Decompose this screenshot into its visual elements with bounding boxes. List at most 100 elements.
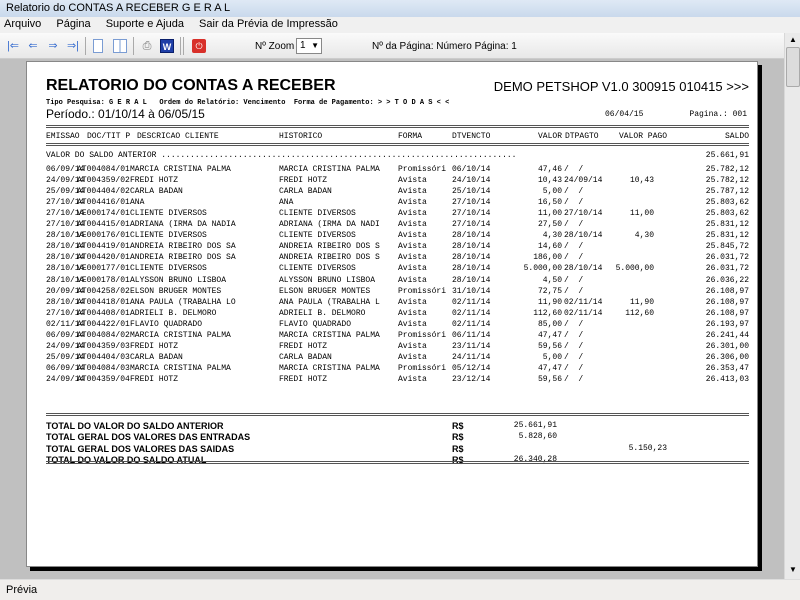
report-period: Período.: 01/10/14 à 06/05/15 xyxy=(46,107,205,121)
cell-valor-pago: 11,90 xyxy=(629,297,654,307)
cell-saldo: 25.787,12 xyxy=(705,187,749,197)
cell-forma: Avista xyxy=(398,176,427,186)
cell-descricao: CARLA BADAN xyxy=(130,352,183,362)
report-title: RELATORIO DO CONTAS A RECEBER xyxy=(46,77,336,94)
cell-saldo: 26.108,97 xyxy=(705,286,749,296)
zoom-select[interactable]: 1 ▼ xyxy=(296,38,322,54)
toolbar: |⇐ ⇐ ⇒ ⇒| ⎙ W ⏻ Nº Zoom 1 ▼ Nº da Página:… xyxy=(0,33,784,59)
cell-valor: 11,90 xyxy=(537,297,562,307)
cell-saldo: 26.108,97 xyxy=(705,297,749,307)
cell-valor: 5,00 xyxy=(542,187,562,197)
cell-doc: AT004404/02 xyxy=(77,187,130,197)
cell-dtpagto: / / xyxy=(564,242,584,252)
cell-dtvencto: 28/10/14 xyxy=(452,264,491,274)
cell-dtpagto: / / xyxy=(564,275,584,285)
two-pages-icon[interactable] xyxy=(113,39,127,53)
cell-saldo: 26.241,44 xyxy=(705,330,749,340)
cell-historico: ANDREIA RIBEIRO DOS S xyxy=(279,242,380,252)
cell-valor: 85,00 xyxy=(537,319,562,329)
first-page-icon[interactable]: |⇐ xyxy=(6,39,20,53)
cell-valor-pago: 5.000,00 xyxy=(615,264,654,274)
total-saida: 5.150,23 xyxy=(628,443,667,453)
cell-valor-pago: 10,43 xyxy=(629,176,654,186)
word-export-icon[interactable]: W xyxy=(160,39,174,53)
cell-dtvencto: 02/11/14 xyxy=(452,308,491,318)
cell-forma: Avista xyxy=(398,341,427,351)
cell-dtvencto: 02/11/14 xyxy=(452,319,491,329)
cell-historico: MARCIA CRISTINA PALMA xyxy=(279,363,380,373)
menu-pagina[interactable]: Página xyxy=(56,18,90,30)
menu-suporte[interactable]: Suporte e Ajuda xyxy=(106,18,184,30)
cell-saldo: 25.782,12 xyxy=(705,176,749,186)
cell-doc: AT004359/04 xyxy=(77,374,130,384)
next-page-icon[interactable]: ⇒ xyxy=(46,39,60,53)
separator xyxy=(180,37,181,55)
cell-valor-pago: 11,00 xyxy=(629,209,654,219)
vertical-scrollbar[interactable]: ▲ ▼ xyxy=(784,33,800,579)
scroll-thumb[interactable] xyxy=(786,47,800,87)
cell-valor: 10,43 xyxy=(537,176,562,186)
cell-valor: 4,30 xyxy=(542,231,562,241)
zoom-value: 1 xyxy=(300,40,306,51)
cell-descricao: CLIENTE DIVERSOS xyxy=(130,264,207,274)
last-page-icon[interactable]: ⇒| xyxy=(66,39,80,53)
total-currency: R$ xyxy=(452,443,464,454)
cell-doc: AT004408/01 xyxy=(77,308,130,318)
cell-forma: Avista xyxy=(398,297,427,307)
cell-dtvencto: 24/11/14 xyxy=(452,352,491,362)
page-number-label: Nº da Página: Número Página: 1 xyxy=(372,41,517,52)
cell-forma: Avista xyxy=(398,275,427,285)
cell-descricao: ALYSSON BRUNO LISBOA xyxy=(130,275,227,285)
cell-dtpagto: / / xyxy=(564,165,584,174)
cell-dtpagto: / / xyxy=(564,253,584,263)
preview-area: RELATORIO DO CONTAS A RECEBER DEMO PETSH… xyxy=(0,59,784,579)
scroll-down-icon[interactable]: ▼ xyxy=(785,565,800,574)
printer-icon[interactable]: ⎙ xyxy=(140,39,154,53)
cell-historico: ELSON BRUGER MONTES xyxy=(279,286,371,296)
cell-forma: Promissóri xyxy=(398,286,447,296)
menu-sair-previa[interactable]: Sair da Prévia de Impressão xyxy=(199,18,338,30)
menu-arquivo[interactable]: Arquivo xyxy=(4,18,41,30)
col-descricao: DESCRICAO CLIENTE xyxy=(137,132,219,141)
cell-dtpagto: / / xyxy=(564,363,584,373)
divider xyxy=(46,143,749,146)
power-close-icon[interactable]: ⏻ xyxy=(192,39,206,53)
cell-forma: Avista xyxy=(398,264,427,274)
cell-historico: CARLA BADAN xyxy=(279,187,332,197)
window-title: Relatorio do CONTAS A RECEBER G E R A L xyxy=(0,0,800,17)
single-page-icon[interactable] xyxy=(93,39,103,53)
report-page-number: Pagina.: 001 xyxy=(689,110,747,119)
chevron-down-icon: ▼ xyxy=(311,41,319,50)
cell-historico: FLAVIO QUADRADO xyxy=(279,319,352,329)
cell-descricao: MARCIA CRISTINA PALMA xyxy=(130,165,231,174)
cell-dtvencto: 23/11/14 xyxy=(452,341,491,351)
cell-saldo: 25.845,72 xyxy=(705,242,749,252)
cell-doc: AT004419/01 xyxy=(77,242,130,252)
cell-forma: Avista xyxy=(398,209,427,219)
separator xyxy=(85,37,86,55)
col-dtvencto: DTVENCTO xyxy=(452,132,491,141)
cell-dtpagto: 24/09/14 xyxy=(564,176,603,186)
separator xyxy=(133,37,134,55)
cell-forma: Avista xyxy=(398,253,427,263)
cell-doc: AT004084/03 xyxy=(77,363,130,373)
cell-valor: 59,56 xyxy=(537,341,562,351)
cell-dtpagto: / / xyxy=(564,374,584,384)
cell-historico: CLIENTE DIVERSOS xyxy=(279,231,356,241)
cell-historico: ALYSSON BRUNO LISBOA xyxy=(279,275,376,285)
divider xyxy=(46,413,749,416)
cell-saldo: 26.031,72 xyxy=(705,264,749,274)
cell-dtvencto: 28/10/14 xyxy=(452,242,491,252)
cell-historico: FREDI HOTZ xyxy=(279,176,328,186)
cell-descricao: FREDI HOTZ xyxy=(130,176,179,186)
cell-doc: AT004084/01 xyxy=(77,165,130,174)
cell-valor-pago: 4,30 xyxy=(634,231,654,241)
scroll-up-icon[interactable]: ▲ xyxy=(785,35,800,44)
cell-doc: AT004359/03 xyxy=(77,341,130,351)
cell-forma: Avista xyxy=(398,352,427,362)
cell-historico: ANDREIA RIBEIRO DOS S xyxy=(279,253,380,263)
cell-saldo: 26.193,97 xyxy=(705,319,749,329)
cell-dtpagto: / / xyxy=(564,319,584,329)
report-page: RELATORIO DO CONTAS A RECEBER DEMO PETSH… xyxy=(26,61,758,567)
previous-page-icon[interactable]: ⇐ xyxy=(26,39,40,53)
